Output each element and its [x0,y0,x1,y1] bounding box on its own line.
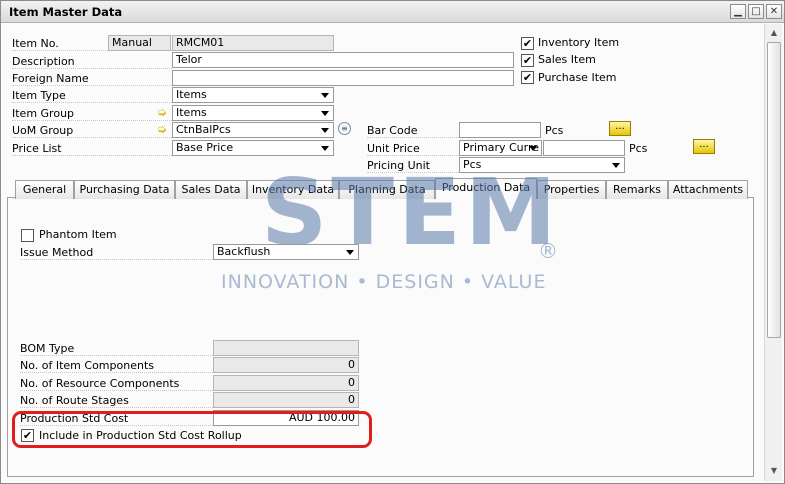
foreign-name-field[interactable] [172,70,514,86]
close-icon[interactable]: ✕ [766,4,782,19]
phantom-item-label: Phantom Item [39,228,117,241]
item-type-label: Item Type [12,89,172,103]
minimize-icon[interactable]: ▁ [730,4,746,19]
phantom-item-checkbox[interactable] [21,229,34,242]
description-label: Description [12,55,172,69]
uom-group-label: UoM Group [12,124,172,138]
unit-price-browse-button[interactable]: ... [693,139,715,154]
bom-type-field[interactable] [213,340,359,356]
bar-code-uom: Pcs [545,124,564,137]
vertical-scrollbar[interactable]: ▲ ▼ [764,24,782,481]
bar-code-label: Bar Code [367,124,459,138]
item-components-field[interactable]: 0 [213,357,359,373]
tab-general[interactable]: General [15,180,74,199]
link-arrow-icon[interactable]: ➭ [157,123,167,135]
description-field[interactable]: Telor [172,52,514,68]
bar-code-browse-button[interactable]: ... [609,121,631,136]
item-no-field[interactable]: RMCM01 [172,35,334,51]
item-group-select[interactable]: Items [172,105,334,121]
issue-method-label: Issue Method [20,246,213,260]
unit-price-field[interactable] [543,140,625,156]
item-components-label: No. of Item Components [20,359,213,373]
uom-definition-icon[interactable]: ≡ [338,122,351,135]
tab-purchasing-data[interactable]: Purchasing Data [74,180,175,199]
tab-remarks[interactable]: Remarks [606,180,668,199]
tab-sales-data[interactable]: Sales Data [175,180,247,199]
sales-item-label: Sales Item [538,53,596,66]
pricing-unit-label: Pricing Unit [367,159,459,173]
item-no-series-field[interactable]: Manual [108,35,171,51]
title-bar: Item Master Data ▁ □ ✕ [1,1,784,23]
item-group-label: Item Group [12,107,172,121]
tab-inventory-data[interactable]: Inventory Data [247,180,339,199]
scroll-down-icon[interactable]: ▼ [767,464,781,478]
route-stages-field[interactable]: 0 [213,392,359,408]
route-stages-label: No. of Route Stages [20,394,213,408]
item-type-select[interactable]: Items [172,87,334,103]
unit-price-uom: Pcs [629,142,648,155]
tab-properties[interactable]: Properties [537,180,606,199]
unit-price-label: Unit Price [367,142,459,156]
resource-components-field[interactable]: 0 [213,375,359,391]
highlight-annotation [12,411,372,448]
tab-planning-data[interactable]: Planning Data [339,180,435,199]
item-master-data-window: Item Master Data ▁ □ ✕ Item No. Manual R… [0,0,785,484]
price-list-select[interactable]: Base Price [172,140,334,156]
link-arrow-icon[interactable]: ➭ [157,106,167,118]
issue-method-select[interactable]: Backflush [213,244,359,260]
purchase-item-label: Purchase Item [538,71,617,84]
bom-type-label: BOM Type [20,342,213,356]
scrollbar-thumb[interactable] [767,42,781,338]
tab-attachments[interactable]: Attachments [668,180,748,199]
foreign-name-label: Foreign Name [12,72,172,86]
unit-price-currency-select[interactable]: Primary Curre [459,140,542,156]
bar-code-field[interactable] [459,122,541,138]
maximize-icon[interactable]: □ [748,4,764,19]
sales-item-checkbox[interactable]: ✔ [521,54,534,67]
inventory-item-checkbox[interactable]: ✔ [521,37,534,50]
resource-components-label: No. of Resource Components [20,377,213,391]
tab-production-data[interactable]: Production Data [435,178,537,199]
uom-group-select[interactable]: CtnBalPcs [172,122,334,138]
inventory-item-label: Inventory Item [538,36,620,49]
window-title: Item Master Data [9,5,123,19]
pricing-unit-select[interactable]: Pcs [459,157,625,173]
scroll-up-icon[interactable]: ▲ [767,26,781,40]
purchase-item-checkbox[interactable]: ✔ [521,71,534,84]
price-list-label: Price List [12,142,172,156]
